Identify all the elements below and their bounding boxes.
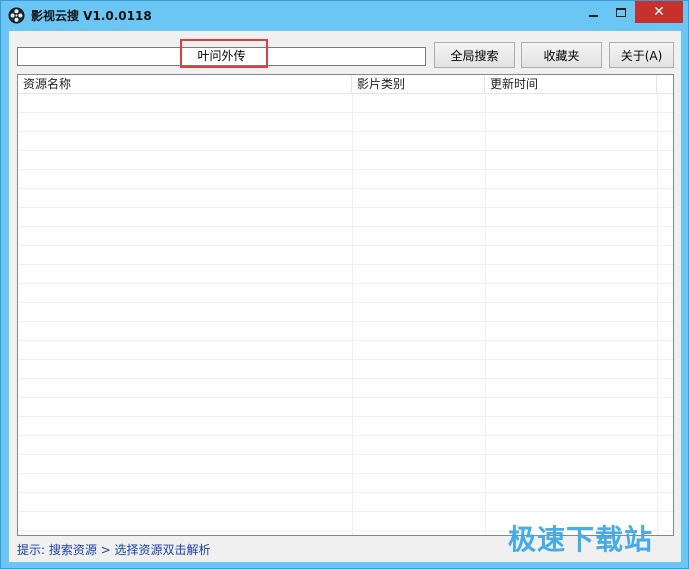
maximize-icon [616,7,626,17]
column-header-update-time[interactable]: 更新时间 [485,75,657,94]
results-list[interactable]: 资源名称 影片类别 更新时间 [17,74,674,536]
maximize-button[interactable] [607,1,635,23]
column-header-resource-name[interactable]: 资源名称 [18,75,352,94]
title-bar[interactable]: 影视云搜 V1.0.0118 ✕ [1,1,688,31]
minimize-button[interactable] [579,1,607,23]
favorites-button[interactable]: 收藏夹 [521,42,602,68]
column-divider [485,94,486,535]
film-reel-icon [8,7,25,24]
close-button[interactable]: ✕ [635,1,683,23]
search-input[interactable]: 叶问外传 [17,47,426,66]
column-divider [352,94,353,535]
status-tip: 提示: 搜索资源 > 选择资源双击解析 [17,543,211,557]
minimize-icon [588,15,598,17]
column-header-category[interactable]: 影片类别 [352,75,485,94]
app-window: 影视云搜 V1.0.0118 ✕ 叶问外传 全局搜索 收藏夹 关于(A) 资源名… [0,0,689,569]
global-search-button[interactable]: 全局搜索 [434,42,515,68]
about-button[interactable]: 关于(A) [609,42,674,68]
close-icon: ✕ [653,4,665,20]
list-body[interactable] [18,94,673,535]
watermark-logo: 极速下载站 [508,523,654,556]
column-divider [657,94,658,535]
window-title: 影视云搜 V1.0.0118 [31,9,152,23]
list-header: 资源名称 影片类别 更新时间 [18,75,673,94]
client-area: 叶问外传 全局搜索 收藏夹 关于(A) 资源名称 影片类别 更新时间 提示: 搜… [9,31,681,562]
column-header-filler [657,75,673,94]
